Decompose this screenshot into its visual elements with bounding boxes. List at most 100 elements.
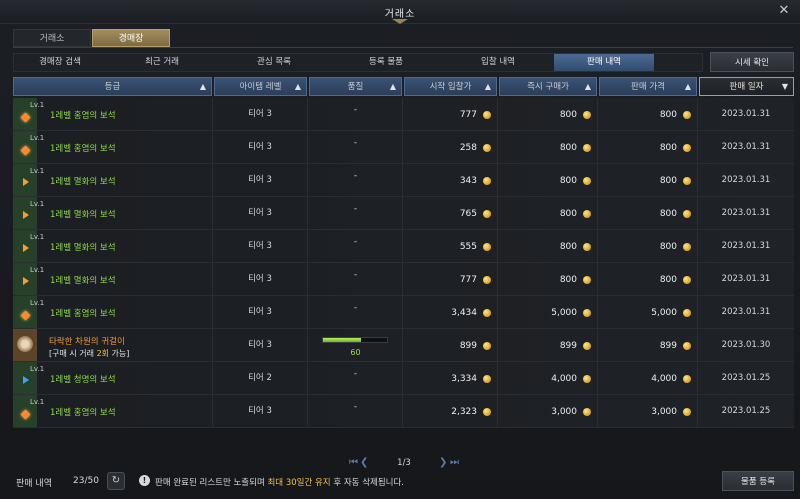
sell-price-cell: 5,000 <box>598 296 698 328</box>
table-row[interactable]: Lv.1 1레벨 홍염의 보석 티어 3 - 2,323 3,000 3,000 2023.0… <box>13 395 794 428</box>
gold-coin-icon <box>683 408 691 416</box>
col-instant-buy[interactable]: 즉시 구매가 ▲ <box>499 77 597 96</box>
close-icon[interactable]: ✕ <box>776 3 792 19</box>
instant-buy-cell: 3,000 <box>498 395 598 427</box>
tier-cell: 티어 3 <box>213 395 308 427</box>
item-level-badge: Lv.1 <box>30 398 45 406</box>
table-row[interactable]: Lv.1 1레벨 홍염의 보석 티어 3 - 258 800 800 2023.01.31 <box>13 131 794 164</box>
table-row[interactable]: Lv.1 1레벨 홍염의 보석 티어 3 - 777 800 800 2023.01.31 <box>13 98 794 131</box>
start-bid-value: 777 <box>459 110 477 120</box>
sort-up-icon: ▲ <box>389 82 396 91</box>
tab-exchange[interactable]: 거래소 <box>13 29 91 47</box>
sell-price-cell: 800 <box>598 164 698 196</box>
table-row[interactable]: Lv.1 1레벨 멸화의 보석 티어 3 - 765 800 800 2023.01.31 <box>13 197 794 230</box>
quality-value: - <box>353 105 358 115</box>
gold-coin-icon <box>483 342 491 350</box>
sell-price-cell: 800 <box>598 263 698 295</box>
sell-price-cell: 800 <box>598 131 698 163</box>
instant-buy-value: 800 <box>559 143 577 153</box>
quality-value: - <box>353 303 358 313</box>
start-bid-cell: 555 <box>403 230 498 262</box>
item-name: 1레벨 홍염의 보석 <box>50 309 116 319</box>
gold-coin-icon <box>583 111 591 119</box>
start-bid-value: 343 <box>459 176 477 186</box>
start-bid-cell: 765 <box>403 197 498 229</box>
col-quality[interactable]: 품질 ▲ <box>309 77 402 96</box>
tier-cell: 티어 3 <box>213 197 308 229</box>
start-bid-value: 899 <box>459 341 477 351</box>
col-sell-price[interactable]: 판매 가격 ▲ <box>599 77 697 96</box>
col-instant-buy-label: 즉시 구매가 <box>527 82 569 92</box>
item-level-badge: Lv.1 <box>30 101 45 109</box>
quality-cell: - <box>308 131 403 163</box>
sell-date-cell: 2023.01.31 <box>698 98 794 130</box>
gold-coin-icon <box>683 177 691 185</box>
instant-buy-value: 800 <box>559 275 577 285</box>
gold-coin-icon <box>483 177 491 185</box>
gold-coin-icon <box>683 276 691 284</box>
register-item-button[interactable]: 물품 등록 <box>722 471 794 491</box>
start-bid-value: 3,334 <box>451 374 477 384</box>
item-name: 1레벨 홍염의 보석 <box>50 111 116 121</box>
sell-price-cell: 800 <box>598 98 698 130</box>
start-bid-value: 765 <box>459 209 477 219</box>
gold-coin-icon <box>683 342 691 350</box>
col-sell-date-label: 판매 일자 <box>729 82 764 92</box>
trade-limit-count: 2회 <box>96 349 110 358</box>
gold-coin-icon <box>483 210 491 218</box>
last-page-icon[interactable]: ⏭ <box>450 457 459 469</box>
instant-buy-cell: 5,000 <box>498 296 598 328</box>
gold-coin-icon <box>683 243 691 251</box>
gold-coin-icon <box>583 309 591 317</box>
quality-cell: - <box>308 164 403 196</box>
footer-label: 판매 내역 <box>16 479 52 489</box>
table-row[interactable]: Lv.1 1레벨 멸화의 보석 티어 3 - 555 800 800 2023.01.31 <box>13 230 794 263</box>
tab-registered-items[interactable]: 등록 물품 <box>330 54 442 71</box>
next-page-icon[interactable]: ❯ <box>439 457 447 469</box>
tab-auction-search[interactable]: 경매장 검색 <box>14 54 106 71</box>
table-row[interactable]: Lv.1 1레벨 청명의 보석 티어 2 - 3,334 4,000 4,000 2023.0… <box>13 362 794 395</box>
sell-price-value: 800 <box>659 209 677 219</box>
quality-cell: 60 <box>308 329 403 361</box>
prev-page-icon[interactable]: ❮ <box>360 457 368 469</box>
first-page-icon[interactable]: ⏮ <box>349 457 358 469</box>
start-bid-cell: 777 <box>403 98 498 130</box>
title-bar: 거래소 ✕ <box>0 0 800 24</box>
tab-auction[interactable]: 경매장 <box>92 29 170 47</box>
tier-value: 티어 3 <box>248 274 272 284</box>
tab-bid-history[interactable]: 입찰 내역 <box>442 54 554 71</box>
sell-date-value: 2023.01.25 <box>721 406 771 416</box>
quality-value: 60 <box>350 348 361 357</box>
tier-value: 티어 3 <box>248 406 272 416</box>
table-row[interactable]: Lv.1 1레벨 멸화의 보석 티어 3 - 343 800 800 2023.01.31 <box>13 164 794 197</box>
gold-coin-icon <box>683 144 691 152</box>
start-bid-cell: 2,323 <box>403 395 498 427</box>
grade-cell: Lv.1 1레벨 청명의 보석 <box>13 362 213 394</box>
gold-coin-icon <box>583 243 591 251</box>
notice-prefix: 판매 완료된 리스트만 노출되며 <box>155 478 268 488</box>
col-grade[interactable]: 등급 ▲ <box>13 77 212 96</box>
col-start-bid[interactable]: 시작 입찰가 ▲ <box>404 77 497 96</box>
tab-watchlist[interactable]: 관심 목록 <box>218 54 330 71</box>
tab-sales-history[interactable]: 판매 내역 <box>554 54 654 71</box>
sell-date-cell: 2023.01.31 <box>698 131 794 163</box>
col-item-level[interactable]: 아이템 레벨 ▲ <box>214 77 307 96</box>
refresh-icon[interactable]: ↻ <box>107 472 125 490</box>
quality-cell: - <box>308 395 403 427</box>
item-name: 1레벨 홍염의 보석 <box>50 408 116 418</box>
col-sell-date[interactable]: 판매 일자 ▼ <box>699 77 794 96</box>
item-level-badge: Lv.1 <box>30 233 45 241</box>
quality-value: - <box>353 171 358 181</box>
gold-coin-icon <box>583 408 591 416</box>
tier-value: 티어 3 <box>248 142 272 152</box>
instant-buy-cell: 800 <box>498 197 598 229</box>
item-level-badge: Lv.1 <box>30 134 45 142</box>
sell-date-cell: 2023.01.25 <box>698 362 794 394</box>
table-row[interactable]: Lv.1 1레벨 홍염의 보석 티어 3 - 3,434 5,000 5,000 2023.0… <box>13 296 794 329</box>
tab-recent-trades[interactable]: 최근 거래 <box>106 54 218 71</box>
table-row[interactable]: Lv.1 1레벨 멸화의 보석 티어 3 - 777 800 800 2023.01.31 <box>13 263 794 296</box>
sort-up-icon: ▲ <box>684 82 691 91</box>
trade-limit-suffix: 가능] <box>109 349 130 358</box>
price-check-button[interactable]: 시세 확인 <box>710 52 794 72</box>
table-row[interactable]: 타락한 차원의 귀걸이 [구매 시 거래 2회 가능] 티어 3 60 899 899 89… <box>13 329 794 362</box>
